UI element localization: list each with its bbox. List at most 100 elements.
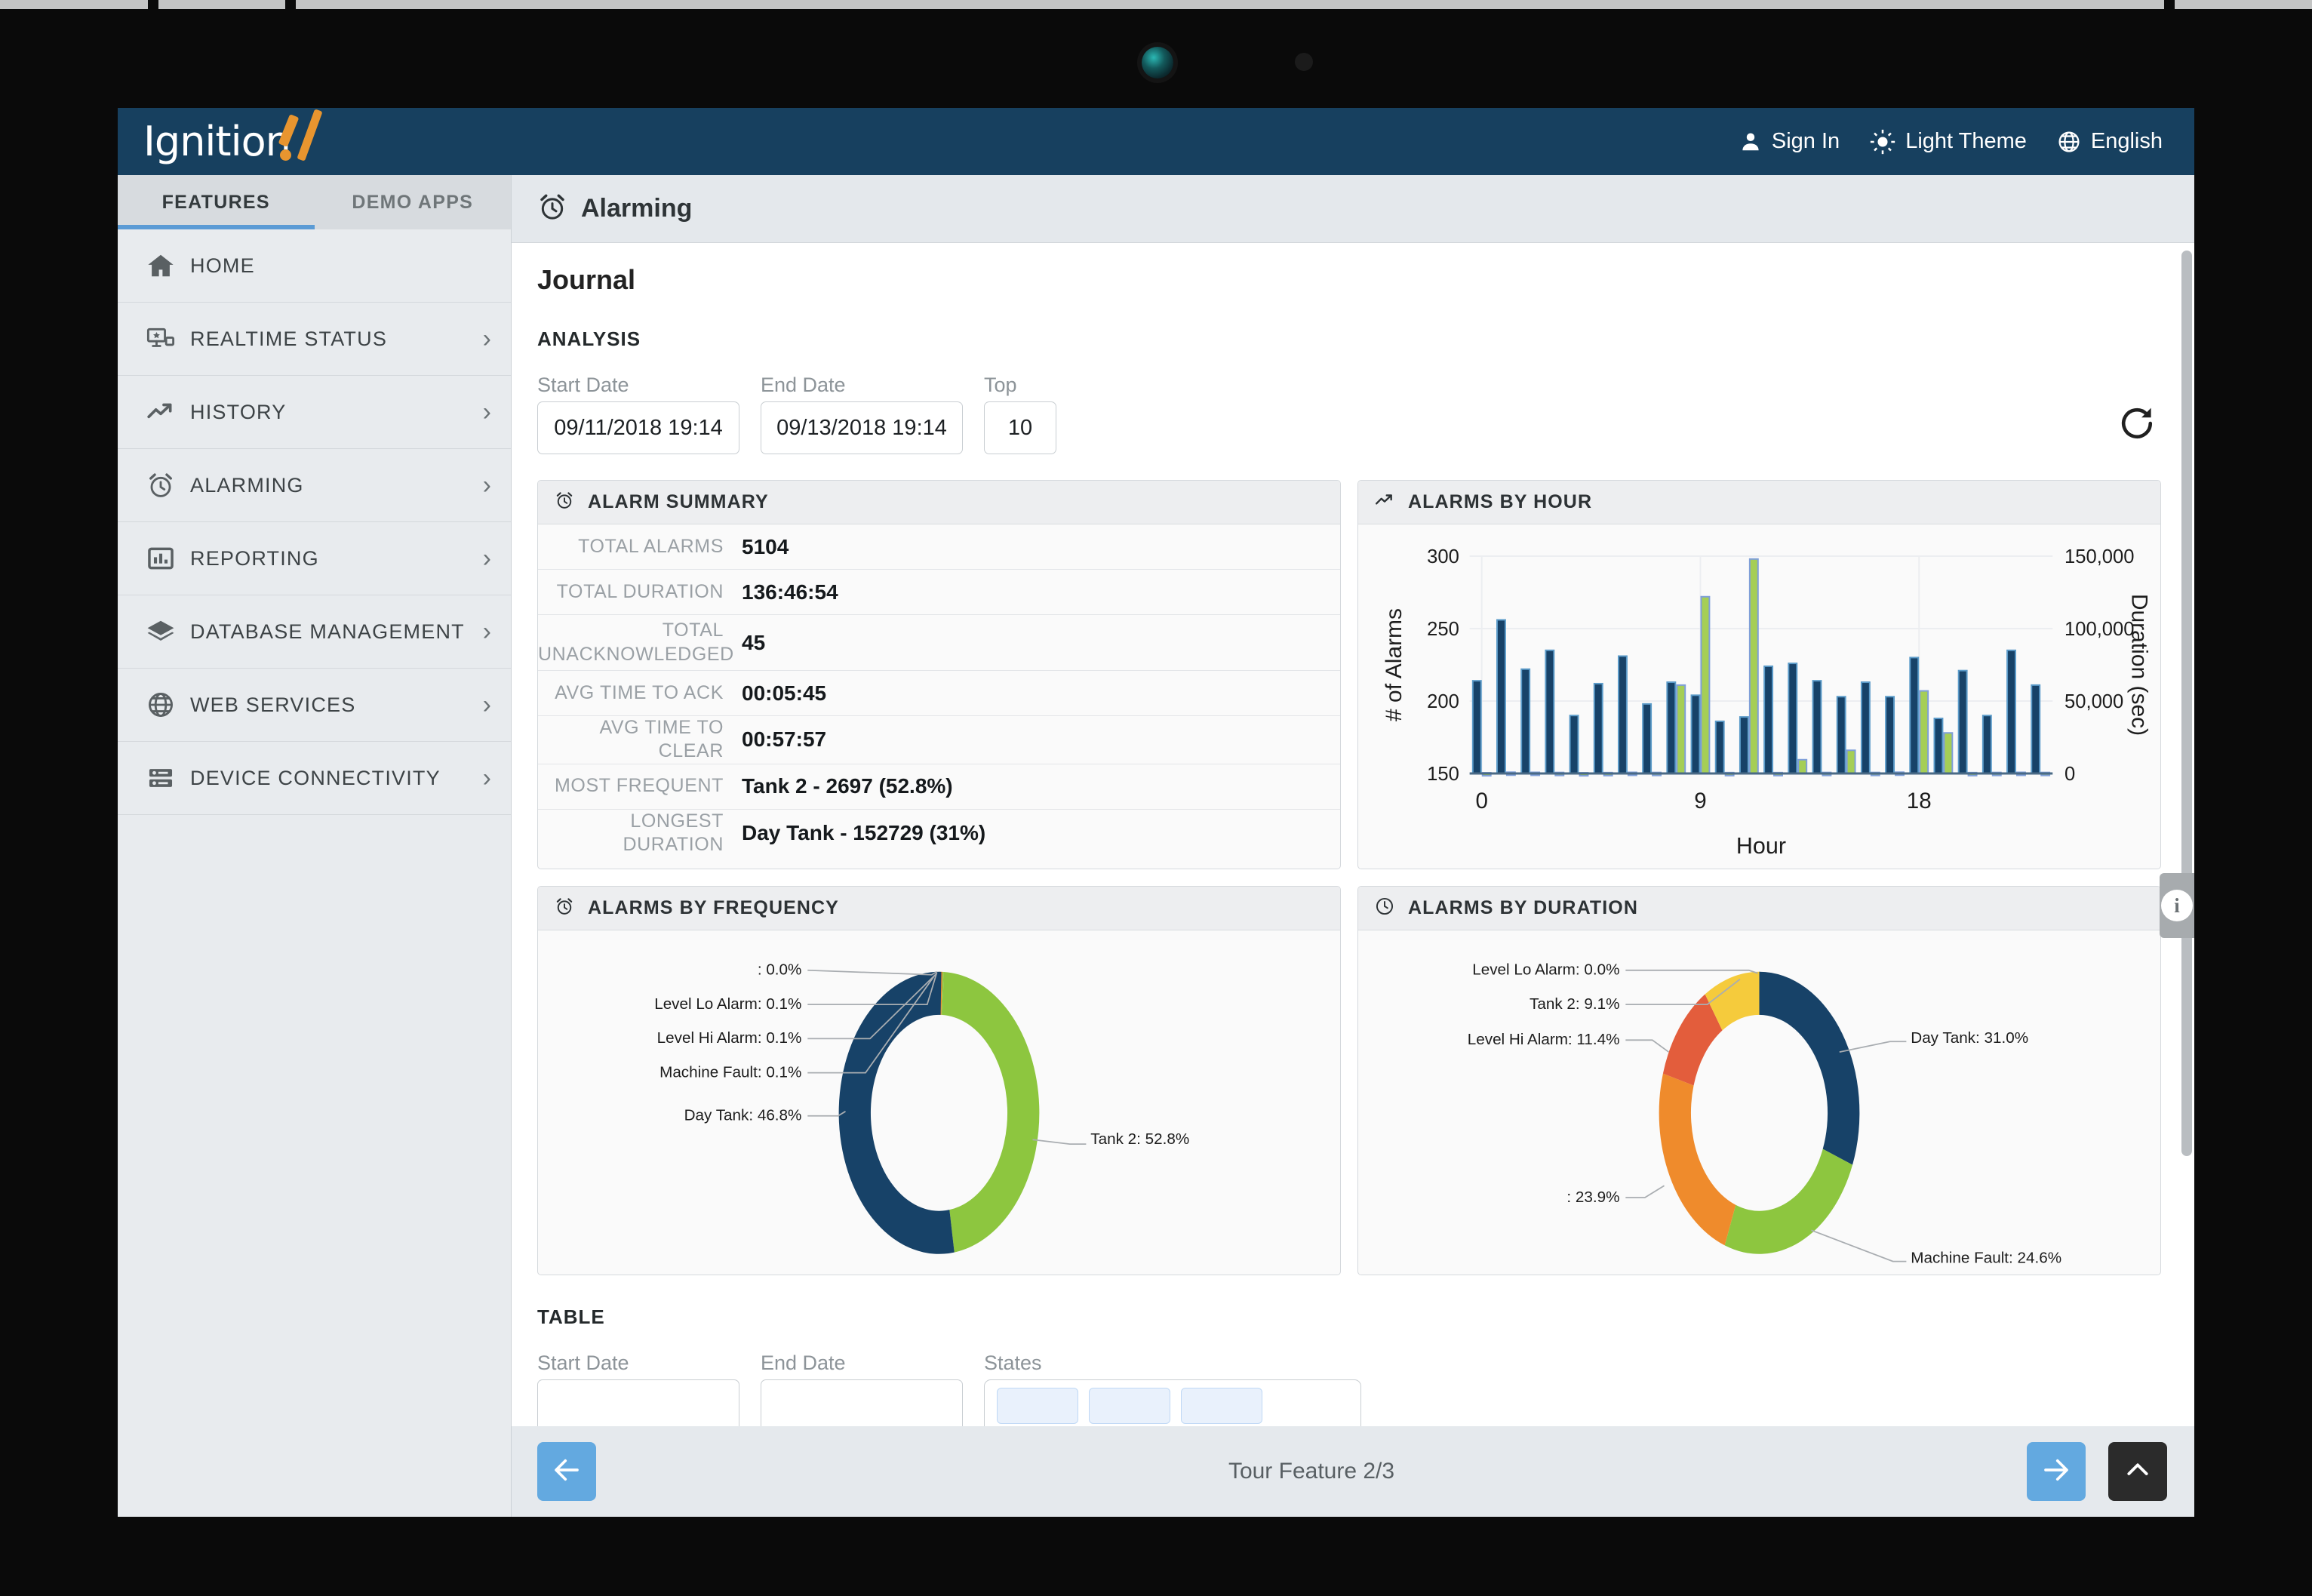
row-value: Day Tank - 152729 (31%)	[742, 821, 985, 845]
journal-heading: Journal	[537, 264, 2161, 296]
info-tab-button[interactable]: i	[2160, 873, 2194, 938]
server-icon	[146, 764, 190, 792]
analysis-start-date-field: Start Date 09/11/2018 19:14	[537, 374, 739, 454]
logo-slash-icon	[297, 109, 322, 161]
table-row: TOTAL ALARMS 5104	[538, 524, 1340, 570]
vertical-scrollbar[interactable]	[2181, 251, 2192, 1156]
ignition-logo[interactable]: Ignition	[143, 119, 332, 165]
svg-text:: 0.0%: : 0.0%	[758, 961, 802, 979]
alarms-by-frequency-chart[interactable]: : 0.0%Level Lo Alarm: 0.1%Level Hi Alarm…	[538, 930, 1340, 1275]
svg-text:Day Tank: 31.0%: Day Tank: 31.0%	[1911, 1029, 2028, 1047]
chevron-up-icon	[2123, 1455, 2153, 1489]
row-value: 5104	[742, 535, 789, 559]
row-key: MOST FREQUENT	[538, 774, 742, 798]
device-strip-gap	[2164, 0, 2175, 9]
svg-text:0: 0	[1476, 789, 1488, 813]
page-title: Alarming	[581, 194, 692, 223]
theme-toggle-button[interactable]: Light Theme	[1870, 129, 2027, 155]
chevron-right-icon: ›	[483, 692, 491, 718]
language-button[interactable]: English	[2057, 129, 2163, 154]
field-label: End Date	[761, 1352, 963, 1375]
table-row: TOTAL DURATION 136:46:54	[538, 570, 1340, 615]
globe-icon	[146, 690, 190, 719]
sidebar-item-device-connectivity[interactable]: DEVICE CONNECTIVITY ›	[118, 742, 511, 815]
refresh-button[interactable]	[2117, 404, 2157, 447]
globe-icon	[2057, 130, 2081, 154]
sidebar-item-alarming[interactable]: ALARMING ›	[118, 449, 511, 522]
svg-text:150: 150	[1427, 764, 1459, 785]
tour-progress-label: Tour Feature 2/3	[596, 1459, 2027, 1484]
alarms-by-duration-card: ALARMS BY DURATION Level Lo Alarm: 0.0%T…	[1357, 886, 2161, 1275]
tour-bar: Tour Feature 2/3	[512, 1426, 2194, 1517]
sidebar-item-label: REPORTING	[190, 547, 483, 570]
row-value: 136:46:54	[742, 580, 838, 604]
arrow-right-icon	[2040, 1454, 2072, 1490]
card-header: ALARMS BY FREQUENCY	[538, 887, 1340, 930]
sidebar-item-database-management[interactable]: DATABASE MANAGEMENT ›	[118, 595, 511, 669]
svg-text:Duration (sec): Duration (sec)	[2127, 594, 2152, 736]
state-chip[interactable]	[997, 1388, 1078, 1424]
tour-next-button[interactable]	[2027, 1442, 2086, 1501]
svg-text:50,000: 50,000	[2065, 691, 2123, 712]
row-key: AVG TIME TO ACK	[538, 681, 742, 705]
sidebar-item-label: DATABASE MANAGEMENT	[190, 620, 483, 644]
sidebar-item-web-services[interactable]: WEB SERVICES ›	[118, 669, 511, 742]
device-strip-gap	[148, 0, 158, 9]
chevron-right-icon: ›	[483, 472, 491, 498]
top-navigation-bar: Ignition Sign In	[118, 108, 2194, 175]
state-chip[interactable]	[1089, 1388, 1170, 1424]
svg-text:Day Tank: 46.8%: Day Tank: 46.8%	[684, 1107, 802, 1124]
row-key: LONGEST DURATION	[538, 810, 742, 857]
trend-icon	[146, 398, 190, 426]
table-start-date-field: Start Date	[537, 1352, 739, 1432]
tour-previous-button[interactable]	[537, 1442, 596, 1501]
layers-icon	[146, 617, 190, 646]
tab-features[interactable]: FEATURES	[118, 175, 315, 229]
alarms-by-hour-chart[interactable]: 150200250300050,000100,000150,0000918# o…	[1358, 524, 2160, 869]
alarm-clock-icon	[555, 896, 574, 920]
analysis-end-date-input[interactable]: 09/13/2018 19:14	[761, 401, 963, 454]
svg-text:200: 200	[1427, 691, 1459, 712]
scroll-to-top-button[interactable]	[2108, 1442, 2167, 1501]
row-value: 00:05:45	[742, 681, 826, 706]
svg-text:Machine Fault: 0.1%: Machine Fault: 0.1%	[659, 1064, 801, 1081]
field-label: States	[984, 1352, 1361, 1375]
row-value: 00:57:57	[742, 727, 826, 752]
bar-chart-icon	[146, 544, 190, 573]
states-multiselect[interactable]	[984, 1379, 1361, 1432]
analysis-start-date-input[interactable]: 09/11/2018 19:14	[537, 401, 739, 454]
chevron-right-icon: ›	[483, 546, 491, 571]
sign-in-button[interactable]: Sign In	[1739, 129, 1840, 154]
monitor-icon	[146, 324, 190, 353]
table-start-date-input[interactable]	[537, 1379, 739, 1432]
alarms-by-duration-chart[interactable]: Level Lo Alarm: 0.0%Tank 2: 9.1%Level Hi…	[1358, 930, 2160, 1275]
sidebar-item-realtime-status[interactable]: REALTIME STATUS ›	[118, 303, 511, 376]
device-camera	[1142, 47, 1173, 78]
sidebar-item-home[interactable]: HOME	[118, 229, 511, 303]
sign-in-label: Sign In	[1772, 129, 1840, 154]
analysis-top-input[interactable]: 10	[984, 401, 1056, 454]
svg-text:250: 250	[1427, 619, 1459, 640]
home-icon	[146, 251, 190, 280]
table-end-date-input[interactable]	[761, 1379, 963, 1432]
sidebar-item-reporting[interactable]: REPORTING ›	[118, 522, 511, 595]
svg-text:100,000: 100,000	[2065, 619, 2134, 640]
svg-text:18: 18	[1907, 789, 1932, 813]
user-icon	[1739, 131, 1762, 153]
sun-icon	[1870, 129, 1895, 155]
svg-text:Level Hi Alarm: 0.1%: Level Hi Alarm: 0.1%	[657, 1029, 802, 1047]
tab-demo-apps[interactable]: DEMO APPS	[315, 175, 512, 229]
app-body: FEATURES DEMO APPS HOME	[118, 175, 2194, 1517]
analysis-end-date-field: End Date 09/13/2018 19:14	[761, 374, 963, 454]
alarm-clock-icon	[146, 471, 190, 500]
card-title: ALARMS BY FREQUENCY	[588, 897, 839, 919]
sidebar-item-history[interactable]: HISTORY ›	[118, 376, 511, 449]
table-end-date-field: End Date	[761, 1352, 963, 1432]
table-section-label: TABLE	[537, 1305, 2161, 1329]
chevron-right-icon: ›	[483, 326, 491, 352]
svg-text:Hour: Hour	[1736, 832, 1786, 859]
table-filters: Start Date End Date States	[537, 1352, 2161, 1432]
alarms-by-frequency-card: ALARMS BY FREQUENCY : 0.0%Level Lo Alarm…	[537, 886, 1341, 1275]
row-value: Tank 2 - 2697 (52.8%)	[742, 774, 953, 798]
state-chip[interactable]	[1181, 1388, 1262, 1424]
